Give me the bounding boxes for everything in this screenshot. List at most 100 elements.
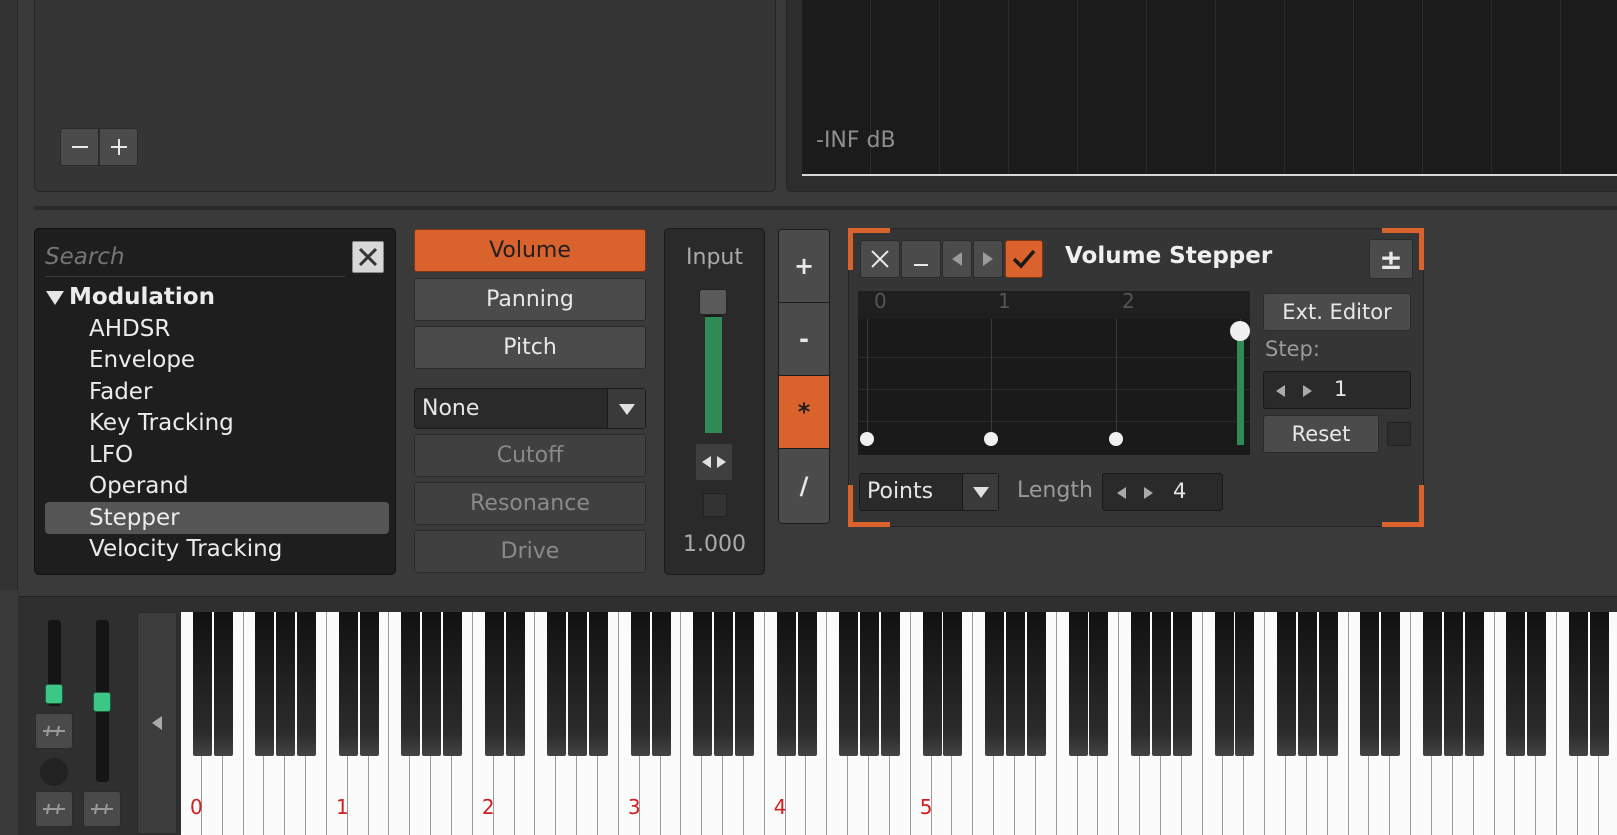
pitch-wheel[interactable] <box>45 620 63 708</box>
black-key[interactable] <box>1214 612 1234 756</box>
operator-plus-button[interactable]: + <box>779 230 829 303</box>
black-key[interactable] <box>1068 612 1088 756</box>
move-right-button[interactable] <box>973 240 1003 278</box>
black-key[interactable] <box>797 612 817 756</box>
target-panning-button[interactable]: Panning <box>414 278 646 321</box>
black-key[interactable] <box>484 612 504 756</box>
black-key[interactable] <box>1089 612 1109 756</box>
black-key[interactable] <box>422 612 442 756</box>
black-key[interactable] <box>1464 612 1484 756</box>
black-key[interactable] <box>276 612 296 756</box>
reset-button[interactable]: Reset <box>1263 415 1379 453</box>
mode-select[interactable]: Points <box>859 473 999 511</box>
black-key[interactable] <box>860 612 880 756</box>
black-key[interactable] <box>776 612 796 756</box>
list-item-operand[interactable]: Operand <box>45 470 389 502</box>
black-key[interactable] <box>192 612 212 756</box>
black-key[interactable] <box>1423 612 1442 756</box>
list-item-fader[interactable]: Fader <box>45 376 389 408</box>
black-key[interactable] <box>1006 612 1025 756</box>
black-key[interactable] <box>1589 612 1609 756</box>
octave-up-lock-button[interactable] <box>83 791 121 827</box>
step-spinbox[interactable]: 1 <box>1263 371 1411 409</box>
clear-search-button[interactable] <box>352 241 384 273</box>
add-remove-button[interactable]: ± <box>1369 239 1413 279</box>
black-key[interactable] <box>985 612 1005 756</box>
length-spinbox[interactable]: 4 <box>1102 473 1223 511</box>
black-key[interactable] <box>1151 612 1171 756</box>
ext-editor-button[interactable]: Ext. Editor <box>1263 293 1411 331</box>
operator-divide-button[interactable]: / <box>779 449 829 523</box>
step-editor[interactable]: 0 1 2 <box>858 289 1250 455</box>
black-key[interactable] <box>255 612 275 756</box>
black-key[interactable] <box>1277 612 1297 756</box>
black-key[interactable] <box>714 612 734 756</box>
piano-keyboard[interactable]: 0 1 2 3 4 5 <box>181 612 1617 835</box>
black-key[interactable] <box>1506 612 1526 756</box>
enable-module-toggle[interactable] <box>1005 240 1043 278</box>
black-key[interactable] <box>505 612 525 756</box>
black-key[interactable] <box>943 612 963 756</box>
black-key[interactable] <box>568 612 588 756</box>
black-key[interactable] <box>1131 612 1151 756</box>
black-key[interactable] <box>359 612 379 756</box>
black-key[interactable] <box>297 612 317 756</box>
mod-wheel-handle[interactable] <box>93 692 111 712</box>
black-key[interactable] <box>1443 612 1463 756</box>
black-key[interactable] <box>1235 612 1255 756</box>
operator-minus-button[interactable]: - <box>779 303 829 376</box>
list-item-velocity-tracking[interactable]: Velocity Tracking <box>45 533 389 565</box>
black-key[interactable] <box>651 612 671 756</box>
target-cutoff-button[interactable]: Cutoff <box>414 434 646 477</box>
black-key[interactable] <box>589 612 608 756</box>
step-point[interactable] <box>860 432 874 446</box>
black-key[interactable] <box>693 612 713 756</box>
input-slider[interactable] <box>699 289 727 437</box>
step-point[interactable] <box>1230 321 1250 341</box>
black-key[interactable] <box>630 612 650 756</box>
target-resonance-button[interactable]: Resonance <box>414 482 646 525</box>
input-checkbox[interactable] <box>703 493 727 517</box>
pitch-lock-button[interactable] <box>35 713 73 749</box>
black-key[interactable] <box>401 612 421 756</box>
list-item-lfo[interactable]: LFO <box>45 439 389 471</box>
zoom-in-button[interactable] <box>99 128 138 166</box>
black-key[interactable] <box>547 612 567 756</box>
black-key[interactable] <box>1026 612 1046 756</box>
sustain-indicator[interactable] <box>40 758 68 786</box>
black-key[interactable] <box>1381 612 1401 756</box>
octave-down-lock-button[interactable] <box>35 791 73 827</box>
black-key[interactable] <box>734 612 754 756</box>
list-item-envelope[interactable]: Envelope <box>45 344 389 376</box>
keyboard-scroll-left[interactable] <box>137 612 177 834</box>
step-point[interactable] <box>1109 432 1123 446</box>
target-drive-button[interactable]: Drive <box>414 530 646 573</box>
pitch-wheel-handle[interactable] <box>45 684 63 704</box>
black-key[interactable] <box>338 612 358 756</box>
search-input[interactable] <box>45 237 345 277</box>
minimize-module-button[interactable] <box>901 240 941 278</box>
mod-wheel[interactable] <box>93 620 111 784</box>
category-modulation[interactable]: Modulation <box>45 281 215 313</box>
black-key[interactable] <box>443 612 463 756</box>
black-key[interactable] <box>880 612 900 756</box>
list-item-key-tracking[interactable]: Key Tracking <box>45 407 389 439</box>
filter-type-select[interactable]: None <box>414 388 646 429</box>
zoom-out-button[interactable] <box>60 128 99 166</box>
list-item-stepper[interactable]: Stepper <box>45 502 389 534</box>
black-key[interactable] <box>839 612 859 756</box>
black-key[interactable] <box>922 612 942 756</box>
move-left-button[interactable] <box>942 240 972 278</box>
target-pitch-button[interactable]: Pitch <box>414 326 646 369</box>
black-key[interactable] <box>1527 612 1547 756</box>
black-key[interactable] <box>1568 612 1588 756</box>
black-key[interactable] <box>1297 612 1317 756</box>
target-volume-button[interactable]: Volume <box>414 229 646 272</box>
black-key[interactable] <box>1360 612 1380 756</box>
black-key[interactable] <box>1172 612 1192 756</box>
black-key[interactable] <box>1318 612 1338 756</box>
input-nudge-button[interactable] <box>695 443 733 481</box>
black-key[interactable] <box>213 612 233 756</box>
step-point[interactable] <box>984 432 998 446</box>
input-slider-handle[interactable] <box>699 289 727 315</box>
